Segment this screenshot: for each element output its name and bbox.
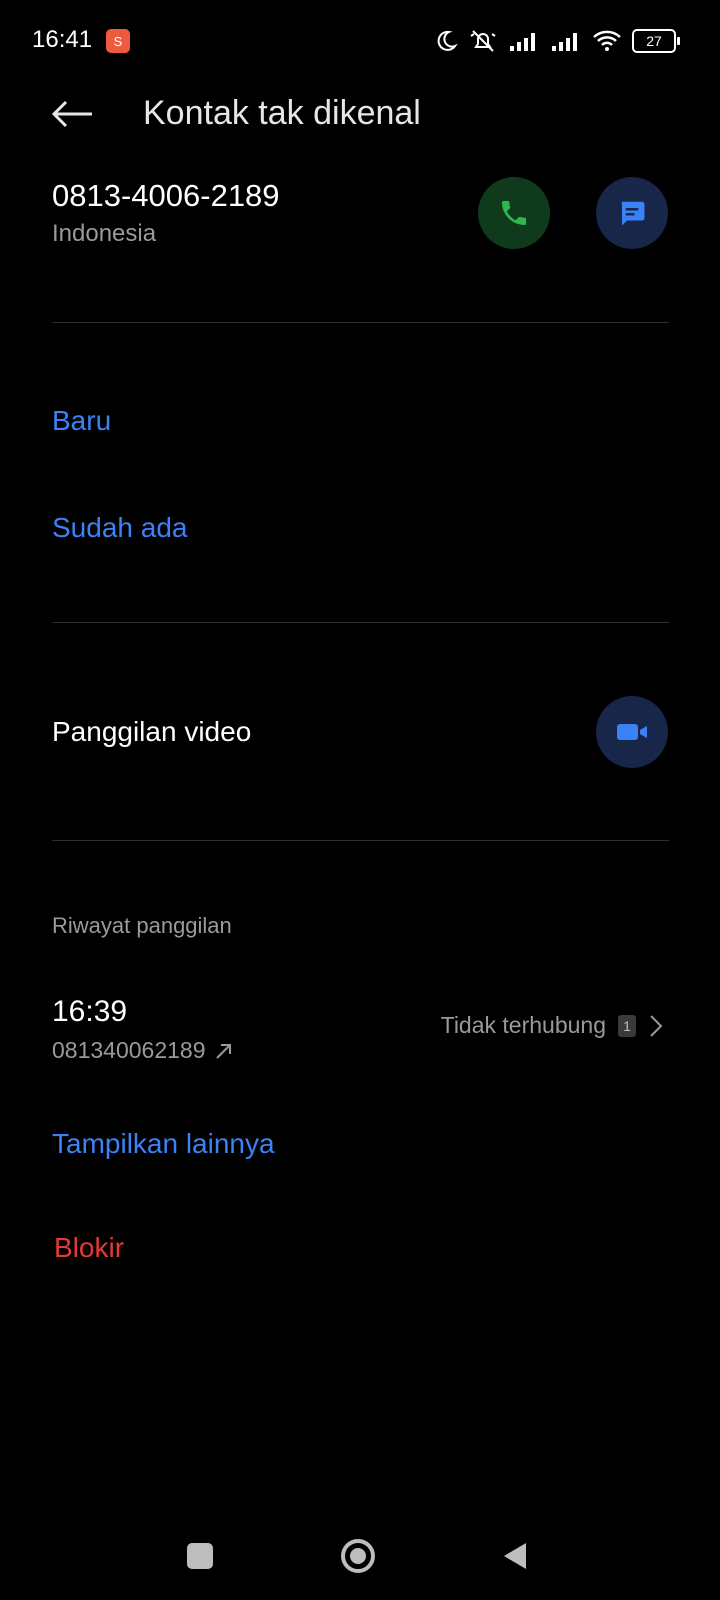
silent-icon [470,30,496,52]
message-button[interactable] [596,177,668,249]
signal-icon [552,33,577,51]
phone-number: 0813-4006-2189 [52,178,280,213]
video-camera-icon [617,724,647,740]
wifi-icon [593,30,621,51]
call-history-number: 081340062189 [52,1037,234,1064]
home-icon [341,1539,375,1573]
home-button[interactable] [339,1537,377,1575]
message-icon [621,201,645,226]
triangle-back-icon [504,1543,526,1569]
shopping-bag-icon: S [106,29,130,53]
new-contact-link[interactable]: Baru [52,405,111,437]
arrow-left-icon [51,100,92,128]
svg-text:S: S [114,34,123,49]
call-status-text: Tidak terhubung [440,1012,606,1038]
nav-back-button[interactable] [500,1540,530,1572]
outgoing-call-icon [215,1043,231,1059]
signal-icon [510,33,535,51]
video-call-label: Panggilan video [52,716,252,747]
chevron-right-icon [650,1014,663,1037]
page-title: Kontak tak dikenal [143,94,421,132]
divider [52,322,669,323]
back-button[interactable] [48,90,96,138]
divider [52,840,669,841]
divider [52,622,669,623]
block-button[interactable]: Blokir [54,1232,124,1264]
status-icons: 27 [434,26,680,56]
country-label: Indonesia [52,220,157,247]
show-more-link[interactable]: Tampilkan lainnya [52,1128,275,1160]
call-button[interactable] [478,177,550,249]
battery-icon: 27 [632,29,680,53]
call-history-time[interactable]: 16:39 [52,995,127,1029]
moon-icon [437,30,458,51]
sim-icon: 1 [618,1014,636,1037]
existing-contact-link[interactable]: Sudah ada [52,512,187,544]
call-history-heading: Riwayat panggilan [52,913,232,938]
video-call-button[interactable] [596,696,668,768]
recent-apps-button[interactable] [187,1543,213,1569]
status-time: 16:41 [32,26,93,53]
call-history-number-text: 081340062189 [52,1037,206,1063]
call-history-status[interactable]: Tidak terhubung 1 [441,1012,664,1039]
phone-icon [502,201,526,225]
